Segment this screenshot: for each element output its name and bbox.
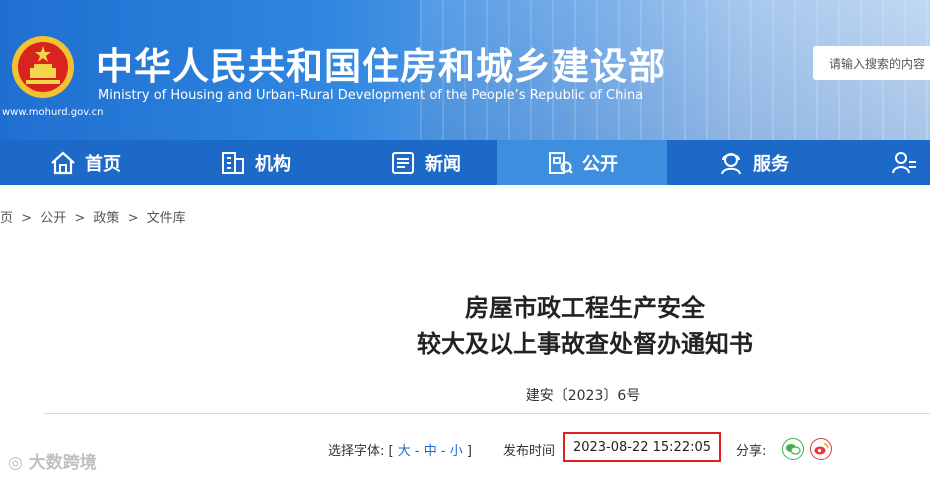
article-title-line1: 房屋市政工程生产安全 — [465, 294, 705, 322]
national-emblem-icon[interactable] — [10, 34, 76, 100]
ministry-title-cn: 中华人民共和国住房和城乡建设部 — [96, 45, 666, 88]
weibo-icon — [814, 443, 829, 455]
font-large-link[interactable]: 大 — [398, 444, 411, 459]
font-bracket-open: [ — [388, 444, 394, 459]
font-dash: - — [414, 444, 420, 459]
nav-item-organization[interactable]: 机构 — [170, 140, 340, 185]
nav-label: 机构 — [255, 153, 291, 175]
breadcrumb-sep: > — [21, 211, 33, 226]
nav-item-news[interactable]: 新闻 — [340, 140, 510, 185]
search-input[interactable]: 请输入搜索的内容 — [813, 46, 930, 80]
breadcrumb-item-home[interactable]: 页 — [0, 211, 13, 226]
watermark-text: 大数跨境 — [28, 453, 97, 473]
font-label: 选择字体: — [328, 444, 385, 459]
building-icon — [222, 151, 244, 174]
breadcrumb-sep: > — [74, 211, 86, 226]
publish-time-highlight: 2023-08-22 15:22:05 — [563, 432, 721, 462]
breadcrumb-item-open[interactable]: 公开 — [40, 211, 66, 226]
service-icon — [721, 152, 741, 174]
divider — [44, 413, 930, 414]
publish-label: 发布时间 — [503, 444, 556, 459]
site-header: www.mohurd.gov.cn 中华人民共和国住房和城乡建设部 Minist… — [0, 0, 930, 140]
nav-label: 服务 — [753, 153, 789, 175]
font-size-selector: 选择字体: [ 大 - 中 - 小 ] — [328, 440, 472, 459]
document-number: 建安〔2023〕6号 — [525, 388, 641, 404]
wechat-icon — [786, 444, 801, 455]
nav-item-open[interactable]: 公开 — [497, 140, 667, 185]
article-title-line2: 较大及以上事故查处督办通知书 — [417, 330, 753, 358]
site-url[interactable]: www.mohurd.gov.cn — [2, 107, 103, 118]
ministry-title-en: Ministry of Housing and Urban-Rural Deve… — [98, 88, 644, 103]
font-medium-link[interactable]: 中 — [424, 444, 437, 459]
share-label: 分享: — [736, 444, 767, 459]
font-dash: - — [440, 444, 446, 459]
nav-item-interact[interactable] — [838, 140, 930, 185]
main-nav: 首页 机构 新闻 公开 服务 — [0, 140, 930, 185]
nav-label: 公开 — [582, 153, 618, 175]
font-bracket-close: ] — [466, 444, 472, 459]
breadcrumb-sep: > — [127, 211, 139, 226]
watermark: ◎ 大数跨境 — [8, 448, 97, 473]
user-interact-icon — [892, 151, 916, 173]
news-icon — [392, 151, 414, 174]
nav-item-home[interactable]: 首页 — [0, 140, 170, 185]
breadcrumb-item-policy[interactable]: 政策 — [93, 211, 119, 226]
weibo-share-button[interactable] — [810, 438, 832, 460]
wechat-share-button[interactable] — [782, 438, 804, 460]
home-icon — [51, 151, 75, 174]
publish-time: 2023-08-22 15:22:05 — [572, 439, 712, 455]
breadcrumb-item-library[interactable]: 文件库 — [147, 211, 186, 226]
nav-item-service[interactable]: 服务 — [668, 140, 838, 185]
font-small-link[interactable]: 小 — [450, 444, 463, 459]
nav-label: 首页 — [85, 153, 121, 175]
nav-label: 新闻 — [425, 153, 461, 175]
breadcrumb: 页 > 公开 > 政策 > 文件库 — [0, 207, 190, 226]
watermark-logo-icon: ◎ — [8, 453, 29, 473]
open-doc-icon — [549, 151, 573, 174]
